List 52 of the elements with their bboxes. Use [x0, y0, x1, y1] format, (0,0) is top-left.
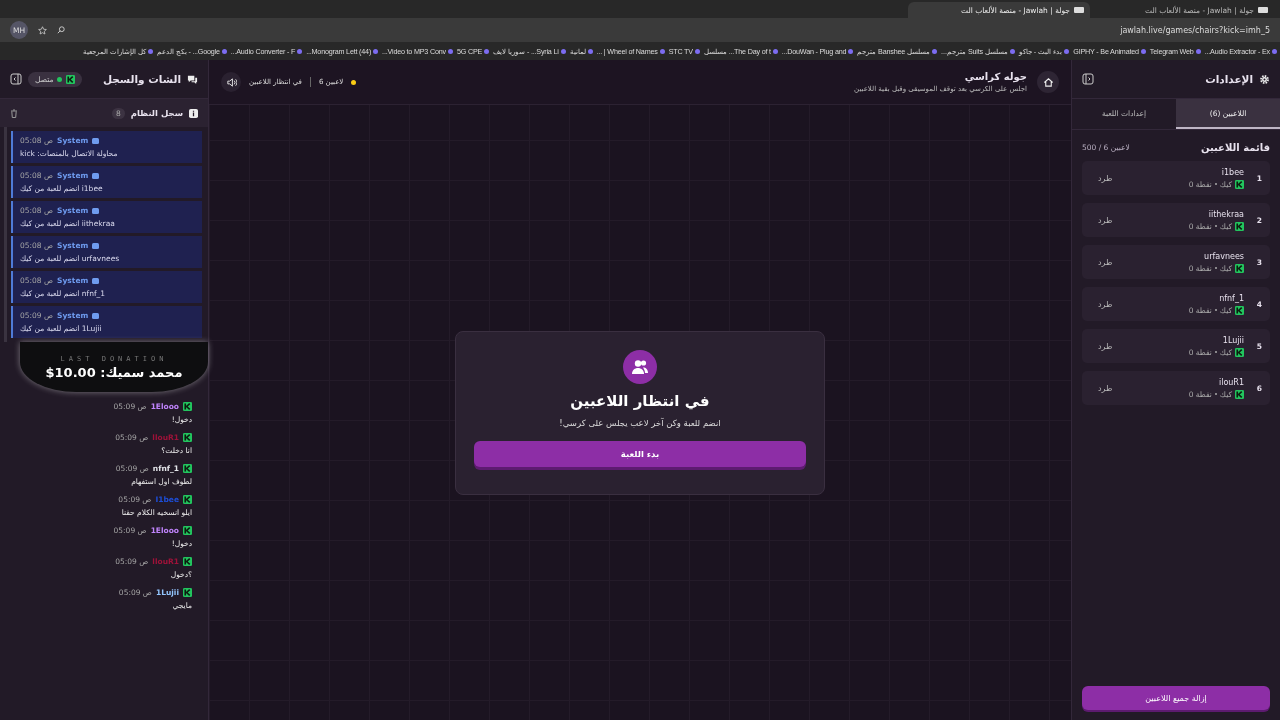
platform-icon — [183, 402, 192, 411]
tab-favicon-icon — [1074, 7, 1084, 13]
trash-icon[interactable] — [10, 108, 18, 118]
collapse-panel-icon[interactable] — [1082, 73, 1094, 85]
start-game-button[interactable]: بدء اللعبة — [474, 440, 806, 467]
platform-icon — [1235, 179, 1244, 189]
platform-icon — [183, 526, 192, 535]
card-text: انضم للعبة وكن آخر لاعب يجلس على كرسي! — [559, 417, 721, 428]
player-name: i1bee — [1221, 167, 1244, 177]
home-icon — [1042, 76, 1054, 88]
kick-button[interactable]: طرد — [1090, 257, 1121, 267]
address-bar[interactable]: jawlah.live/games/chairs?kick=imh_5 — [1120, 25, 1270, 35]
panel-title: الشات والسجل — [102, 73, 181, 85]
platform-icon — [1235, 389, 1244, 399]
platform-icon — [66, 74, 76, 84]
bookmark-star-icon — [38, 25, 47, 35]
player-name: nfnf_1 — [1219, 293, 1244, 303]
platform-icon — [183, 588, 192, 597]
card-title: في انتظار اللاعبين — [570, 391, 710, 410]
speaker-icon — [225, 76, 237, 88]
chat-icon — [187, 73, 198, 85]
platform-icon — [183, 464, 192, 473]
player-name: urfavnees — [1204, 251, 1244, 261]
remove-all-button[interactable]: إزالة جميع اللاعبين — [1082, 686, 1270, 710]
info-icon — [189, 108, 198, 118]
collapse-panel-icon[interactable] — [10, 73, 22, 85]
game-title: جوله كراسي — [963, 71, 1027, 82]
players-icon — [623, 349, 657, 384]
section-title: قائمة اللاعبين — [1200, 142, 1270, 153]
kick-button[interactable]: طرد — [1090, 215, 1121, 225]
platform-icon — [1235, 305, 1244, 315]
donation-text: محمد سميك: 10.00$ — [45, 364, 183, 380]
platform-icon — [183, 495, 192, 504]
player-name: ilouR1 — [1218, 377, 1244, 387]
platform-icon — [183, 433, 192, 442]
search-icon — [57, 26, 65, 34]
player-name: 1Lujii — [1222, 335, 1244, 345]
platform-icon — [1235, 263, 1244, 273]
panel-title: الإعدادات — [1205, 73, 1253, 85]
kick-button[interactable]: طرد — [1090, 383, 1121, 393]
kick-button[interactable]: طرد — [1090, 299, 1121, 309]
kick-button[interactable]: طرد — [1090, 173, 1121, 183]
player-name: iithekraa — [1208, 209, 1244, 219]
platform-icon — [183, 557, 192, 566]
kick-button[interactable]: طرد — [1090, 341, 1121, 351]
platform-icon — [1235, 347, 1244, 357]
sound-button[interactable] — [221, 72, 241, 92]
settings-icon — [1259, 73, 1270, 85]
tab-favicon-icon — [1258, 7, 1268, 13]
log-title: سجل النظام — [130, 108, 183, 118]
home-button[interactable] — [1037, 71, 1059, 93]
platform-icon — [1235, 221, 1244, 231]
